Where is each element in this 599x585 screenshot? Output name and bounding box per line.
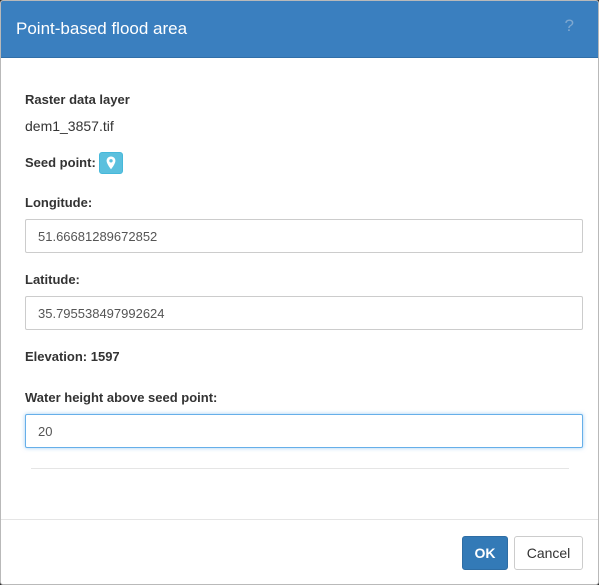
water-height-input[interactable] <box>25 414 583 448</box>
flood-area-dialog: Point-based flood area ? Raster data lay… <box>0 0 599 585</box>
ok-button[interactable]: OK <box>462 536 508 570</box>
form-divider <box>31 468 569 469</box>
footer-divider <box>1 519 598 520</box>
dialog-title: Point-based flood area <box>16 19 188 38</box>
elevation-readout: Elevation: 1597 <box>25 349 120 364</box>
water-height-label: Water height above seed point: <box>25 390 218 405</box>
raster-layer-value: dem1_3857.tif <box>25 118 114 134</box>
map-marker-icon <box>106 156 116 170</box>
seed-point-label: Seed point: <box>25 155 96 170</box>
latitude-input[interactable] <box>25 296 583 330</box>
pick-seed-point-button[interactable] <box>98 152 123 174</box>
cancel-button[interactable]: Cancel <box>514 536 583 570</box>
help-icon[interactable]: ? <box>565 15 574 37</box>
latitude-label: Latitude: <box>25 272 80 287</box>
dialog-header: Point-based flood area ? <box>1 1 598 58</box>
longitude-input[interactable] <box>25 219 583 253</box>
raster-layer-label: Raster data layer <box>25 92 130 107</box>
longitude-label: Longitude: <box>25 195 93 210</box>
seed-point-row: Seed point: <box>25 152 123 174</box>
